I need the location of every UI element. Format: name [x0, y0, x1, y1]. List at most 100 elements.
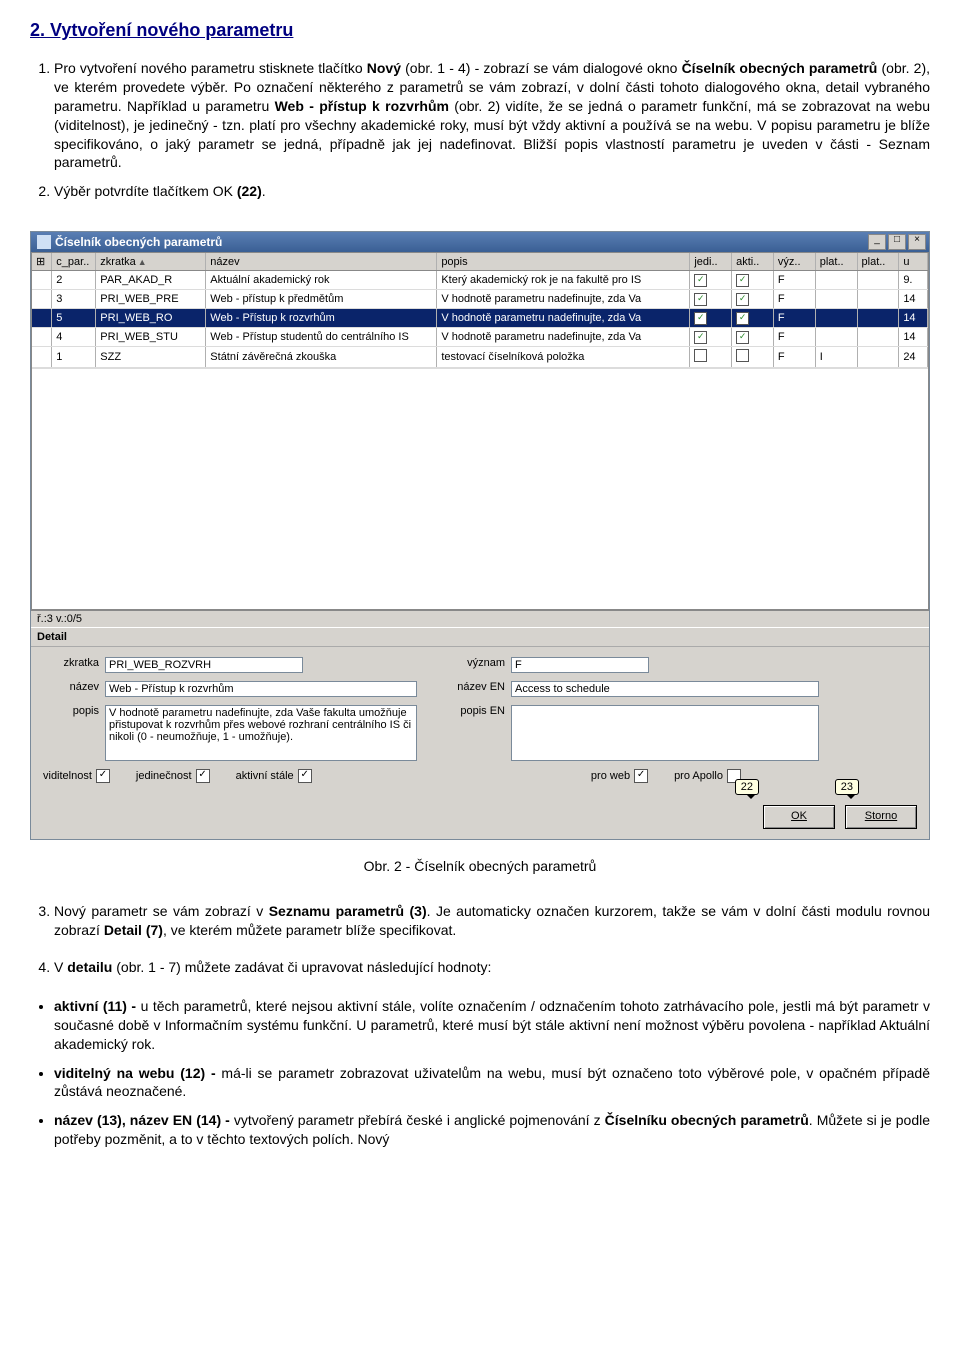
dialog-window: Číselník obecných parametrů _ □ × ⊞ c_pa…: [30, 231, 930, 840]
col-plat2[interactable]: plat..: [857, 253, 899, 271]
table-cell: [857, 328, 899, 347]
table-row[interactable]: 1SZZStátní závěrečná zkouškatestovací čí…: [32, 347, 928, 368]
minimize-button[interactable]: _: [868, 234, 886, 250]
checkbox-icon: ✓: [736, 274, 749, 287]
table-cell: [815, 290, 857, 309]
list-item: viditelný na webu (12) - má-li se parame…: [54, 1064, 930, 1102]
table-cell: Který akademický rok je na fakultě pro I…: [437, 271, 690, 290]
col-u[interactable]: u: [899, 253, 928, 271]
text: V: [54, 959, 67, 975]
table-cell: [857, 347, 899, 368]
nazev-en-field[interactable]: [511, 681, 819, 697]
table-cell: ✓: [690, 328, 732, 347]
nazev-field[interactable]: [105, 681, 417, 697]
table-cell: ✓: [732, 271, 774, 290]
maximize-button[interactable]: □: [888, 234, 906, 250]
jedinecnost-label: jedinečnost: [136, 770, 192, 782]
table-cell: ✓: [690, 271, 732, 290]
checkbox-icon: ✓: [694, 274, 707, 287]
popis-en-field[interactable]: [511, 705, 819, 761]
table-cell: [857, 271, 899, 290]
col-cpar[interactable]: c_par..: [52, 253, 96, 271]
table-row[interactable]: 5PRI_WEB_ROWeb - Přístup k rozvrhůmV hod…: [32, 309, 928, 328]
vyznam-label: význam: [449, 657, 505, 669]
detail-header: Detail: [31, 628, 929, 647]
col-jedi[interactable]: jedi..: [690, 253, 732, 271]
text: Výběr potvrdíte tlačítkem OK: [54, 183, 237, 199]
storno-button[interactable]: Storno: [845, 805, 917, 829]
ok-button[interactable]: OK: [763, 805, 835, 829]
list-item: název (13), název EN (14) - vytvořený pa…: [54, 1111, 930, 1149]
checkbox-icon: [694, 349, 707, 362]
table-cell: F: [773, 309, 815, 328]
table-cell: PRI_WEB_PRE: [96, 290, 206, 309]
table-cell: PAR_AKAD_R: [96, 271, 206, 290]
col-popis[interactable]: popis: [437, 253, 690, 271]
col-plat1[interactable]: plat..: [815, 253, 857, 271]
text-bold: Číselník obecných parametrů: [682, 60, 878, 76]
table-cell: F: [773, 347, 815, 368]
vyznam-field[interactable]: [511, 657, 649, 673]
status-bar: ř.:3 v.:0/5: [31, 610, 929, 627]
text-bold: viditelný na webu (12) -: [54, 1065, 221, 1081]
section-title: 2. Vytvoření nového parametru: [30, 20, 930, 41]
grid-empty-area: [32, 368, 928, 609]
aktivni-checkbox[interactable]: ✓: [298, 769, 312, 783]
table-cell: [815, 328, 857, 347]
checkbox-icon: ✓: [736, 331, 749, 344]
checkbox-icon: ✓: [694, 331, 707, 344]
table-row[interactable]: 3PRI_WEB_PREWeb - přístup k předmětůmV h…: [32, 290, 928, 309]
popis-label: popis: [43, 705, 99, 717]
col-vyz[interactable]: výz..: [773, 253, 815, 271]
table-cell: Web - Přístup k rozvrhům: [206, 309, 437, 328]
callout-22: 22: [735, 779, 759, 795]
grid-header-row: ⊞ c_par.. zkratka▲ název popis jedi.. ak…: [32, 253, 928, 271]
table-row[interactable]: 4PRI_WEB_STUWeb - Přístup studentů do ce…: [32, 328, 928, 347]
table-cell: PRI_WEB_RO: [96, 309, 206, 328]
table-cell: 2: [52, 271, 96, 290]
text: .: [262, 183, 266, 199]
table-cell: 1: [52, 347, 96, 368]
table-cell: F: [773, 328, 815, 347]
col-expand[interactable]: ⊞: [32, 253, 52, 271]
text-bold: aktivní (11) -: [54, 998, 141, 1014]
jedinecnost-checkbox[interactable]: ✓: [196, 769, 210, 783]
checkbox-icon: ✓: [694, 312, 707, 325]
top-ordered-list: Pro vytvoření nového parametru stisknete…: [54, 59, 930, 201]
table-cell: Web - přístup k předmětům: [206, 290, 437, 309]
zkratka-label: zkratka: [43, 657, 99, 669]
table-cell: F: [773, 271, 815, 290]
col-akti[interactable]: akti..: [732, 253, 774, 271]
table-cell: I: [815, 347, 857, 368]
table-row[interactable]: 2PAR_AKAD_RAktuální akademický rokKterý …: [32, 271, 928, 290]
data-grid[interactable]: ⊞ c_par.. zkratka▲ název popis jedi.. ak…: [31, 252, 929, 610]
nazev-label: název: [43, 681, 99, 693]
col-nazev[interactable]: název: [206, 253, 437, 271]
proweb-checkbox[interactable]: ✓: [634, 769, 648, 783]
table-cell: [815, 271, 857, 290]
text: (obr. 1 - 4) - zobrazí se vám dialogové …: [401, 60, 682, 76]
zkratka-field[interactable]: [105, 657, 303, 673]
text-bold: Seznamu parametrů (3): [269, 903, 427, 919]
table-cell: [857, 309, 899, 328]
checkbox-icon: [736, 349, 749, 362]
table-cell: 9.: [899, 271, 928, 290]
table-cell: 14: [899, 290, 928, 309]
nazev-en-label: název EN: [443, 681, 505, 693]
table-cell: Státní závěrečná zkouška: [206, 347, 437, 368]
popis-field[interactable]: [105, 705, 417, 761]
close-button[interactable]: ×: [908, 234, 926, 250]
table-cell: ✓: [732, 309, 774, 328]
table-cell: [690, 347, 732, 368]
table-cell: V hodnotě parametru nadefinujte, zda Va: [437, 290, 690, 309]
text-bold: (22): [237, 183, 262, 199]
viditelnost-checkbox[interactable]: ✓: [96, 769, 110, 783]
table-cell: [32, 309, 52, 328]
proweb-label: pro web: [591, 770, 630, 782]
text-bold: detailu: [67, 959, 112, 975]
table-cell: [32, 347, 52, 368]
text: (obr. 1 - 7) můžete zadávat či upravovat…: [112, 959, 491, 975]
table-cell: testovací číselníková položka: [437, 347, 690, 368]
title-bar: Číselník obecných parametrů _ □ ×: [31, 232, 929, 252]
col-zkratka[interactable]: zkratka▲: [96, 253, 206, 271]
